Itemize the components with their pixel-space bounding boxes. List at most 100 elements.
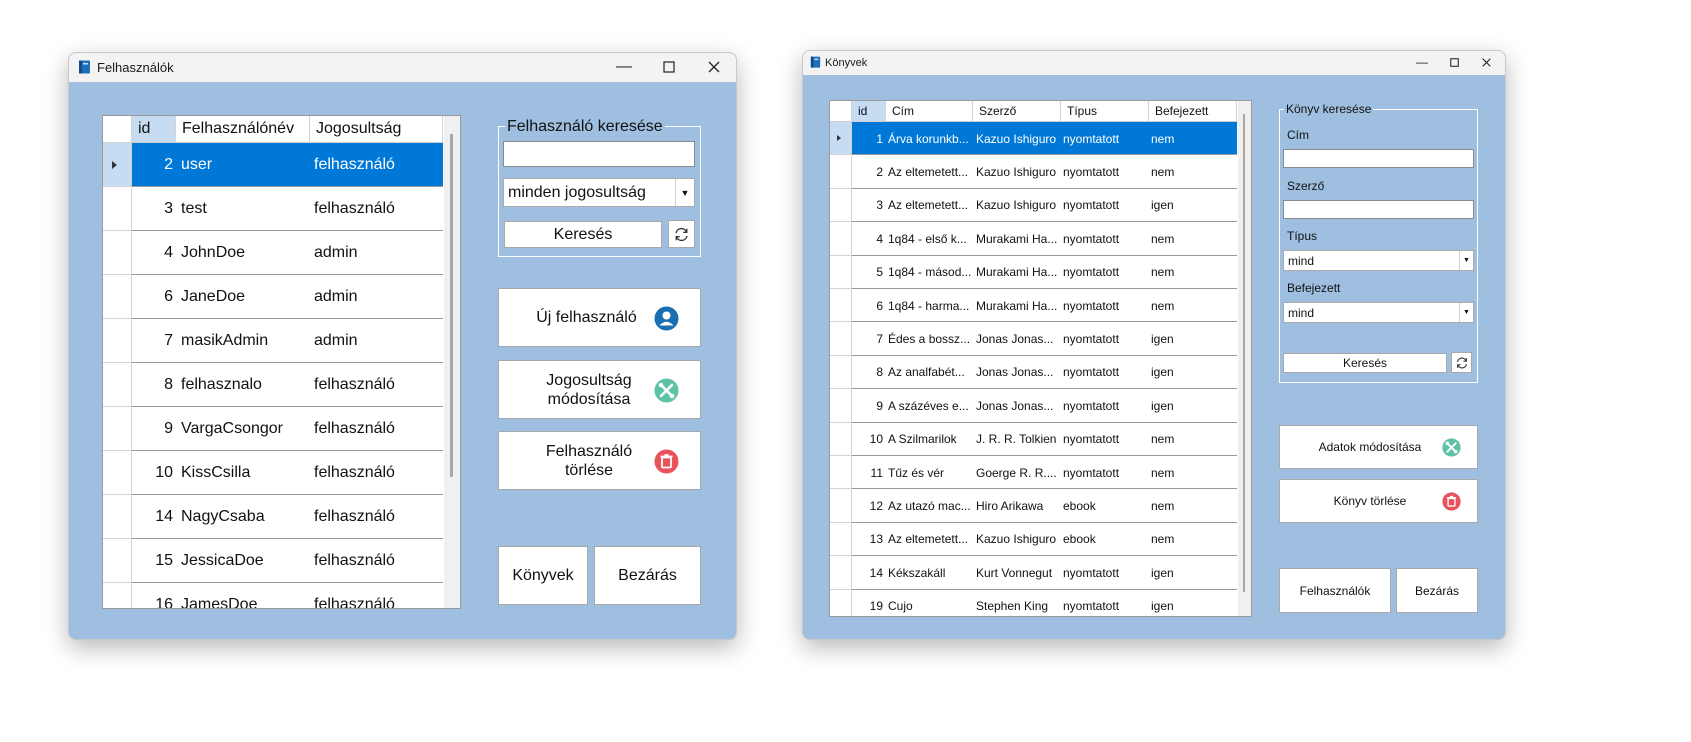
column-header-author[interactable]: Szerző <box>973 101 1061 121</box>
new-user-button[interactable]: Új felhasználó <box>498 288 701 347</box>
row-header[interactable] <box>103 231 132 275</box>
table-row[interactable]: 9 A százéves e... Jonas Jonas... nyomtatott… <box>830 389 1237 423</box>
table-row[interactable]: 1 Árva korunkb... Kazuo Ishiguro nyomtatott… <box>830 122 1237 156</box>
table-row[interactable]: 16 JamesDoe felhasználó <box>103 583 443 608</box>
row-header[interactable] <box>830 556 852 590</box>
chevron-down-icon[interactable]: ▼ <box>1459 251 1473 270</box>
row-header[interactable] <box>830 389 852 423</box>
search-button[interactable]: Keresés <box>504 221 662 248</box>
table-row[interactable]: 2 Az eltemetett... Kazuo Ishiguro nyomtatot… <box>830 155 1237 189</box>
table-row[interactable]: 3 test felhasználó <box>103 187 443 231</box>
row-header[interactable] <box>830 355 852 390</box>
row-header[interactable] <box>103 583 132 608</box>
search-button[interactable]: Keresés <box>1283 353 1447 373</box>
table-row[interactable]: 4 JohnDoe admin <box>103 231 443 275</box>
table-row[interactable]: 11 Tűz és vér Goerge R. R.... nyomtatott nem <box>830 456 1237 490</box>
type-select[interactable]: mind ▼ <box>1283 250 1474 271</box>
chevron-down-icon[interactable]: ▼ <box>1459 303 1473 322</box>
cell-author: Murakami Ha... <box>976 265 1058 280</box>
row-header[interactable] <box>103 539 132 583</box>
books-grid-scrollbar[interactable] <box>1238 101 1251 616</box>
row-header[interactable] <box>830 422 852 456</box>
user-search-input[interactable] <box>503 141 695 167</box>
cell-id: 14 <box>869 565 883 580</box>
column-header-role[interactable]: Jogosultság <box>310 116 443 142</box>
role-filter-value: minden jogosultság <box>508 183 646 201</box>
row-header[interactable] <box>830 188 852 223</box>
row-header[interactable] <box>830 489 852 523</box>
minimize-button[interactable]: — <box>604 53 644 82</box>
users-grid[interactable]: id Felhasználónév Jogosultság 2 user felha… <box>102 115 461 609</box>
row-header[interactable] <box>830 522 852 557</box>
modify-data-button[interactable]: Adatok módosítása <box>1279 425 1478 469</box>
table-row[interactable]: 15 JessicaDoe felhasználó <box>103 539 443 583</box>
chevron-down-icon[interactable]: ▼ <box>675 179 694 206</box>
row-header[interactable] <box>103 143 132 187</box>
table-row[interactable]: 3 Az eltemetett... Kazuo Ishiguro nyomtatot… <box>830 188 1237 223</box>
row-header[interactable] <box>103 407 132 451</box>
refresh-button[interactable] <box>1451 352 1472 373</box>
table-row[interactable]: 14 Kékszakáll Kurt Vonnegut nyomtatott igen <box>830 556 1237 590</box>
row-header[interactable] <box>103 319 132 363</box>
row-header[interactable] <box>830 589 852 616</box>
table-row[interactable]: 2 user felhasználó <box>103 143 443 187</box>
row-header[interactable] <box>830 456 852 490</box>
scrollbar-thumb[interactable] <box>1243 114 1245 592</box>
books-grid[interactable]: id Cím Szerző Típus Befejezett 1 Árva kor… <box>829 100 1252 617</box>
refresh-button[interactable] <box>668 220 695 248</box>
column-header-done[interactable]: Befejezett <box>1149 101 1237 121</box>
table-row[interactable]: 7 Édes a bossz... Jonas Jonas... nyomtatott… <box>830 322 1237 356</box>
table-row[interactable]: 12 Az utazó mac... Hiro Arikawa ebook nem <box>830 489 1237 523</box>
table-row[interactable]: 7 masikAdmin admin <box>103 319 443 363</box>
cell-role: felhasználó <box>314 508 395 525</box>
delete-user-button[interactable]: Felhasználó törlése <box>498 431 701 490</box>
table-row[interactable]: 10 KissCsilla felhasználó <box>103 451 443 495</box>
row-header[interactable] <box>830 289 852 323</box>
minimize-button[interactable]: — <box>1407 51 1437 75</box>
column-header-id[interactable]: id <box>132 116 176 142</box>
table-row[interactable]: 10 A Szilmarilok J. R. R. Tolkien nyomtatot… <box>830 422 1237 456</box>
modify-rights-button[interactable]: Jogosultság módosítása <box>498 360 701 419</box>
table-row[interactable]: 19 Cujo Stephen King nyomtatott igen <box>830 589 1237 616</box>
table-row[interactable]: 9 VargaCsongor felhasználó <box>103 407 443 451</box>
close-window-button[interactable]: Bezárás <box>1396 568 1478 613</box>
row-header[interactable] <box>103 495 132 539</box>
table-row[interactable]: 8 Az analfabét... Jonas Jonas... nyomtatott… <box>830 355 1237 390</box>
table-row[interactable]: 6 1q84 - harma... Murakami Ha... nyomtatott… <box>830 289 1237 323</box>
table-row[interactable]: 6 JaneDoe admin <box>103 275 443 319</box>
users-button[interactable]: Felhasználók <box>1279 568 1391 613</box>
table-row[interactable]: 5 1q84 - másod... Murakami Ha... nyomtatott… <box>830 255 1237 289</box>
role-filter-select[interactable]: minden jogosultság ▼ <box>503 178 695 207</box>
table-row[interactable]: 14 NagyCsaba felhasználó <box>103 495 443 539</box>
row-header[interactable] <box>830 155 852 189</box>
row-header[interactable] <box>830 255 852 289</box>
row-header[interactable] <box>103 275 132 319</box>
table-row[interactable]: 8 felhasznalo felhasználó <box>103 363 443 407</box>
done-select[interactable]: mind ▼ <box>1283 302 1474 323</box>
row-header[interactable] <box>103 363 132 407</box>
row-header[interactable] <box>103 451 132 495</box>
cell-username: JohnDoe <box>181 244 246 261</box>
row-header[interactable] <box>830 122 852 156</box>
books-button[interactable]: Könyvek <box>498 546 588 605</box>
author-input[interactable] <box>1283 200 1474 219</box>
close-button[interactable] <box>1471 51 1501 75</box>
row-header[interactable] <box>103 187 132 231</box>
column-header-username[interactable]: Felhasználónév <box>176 116 310 142</box>
delete-book-button[interactable]: Könyv törlése <box>1279 479 1478 523</box>
users-grid-scrollbar[interactable] <box>444 116 460 608</box>
column-header-id[interactable]: id <box>852 101 886 121</box>
title-input[interactable] <box>1283 149 1474 168</box>
close-window-button[interactable]: Bezárás <box>594 546 701 605</box>
scrollbar-thumb[interactable] <box>450 134 453 477</box>
close-button[interactable] <box>694 53 734 82</box>
maximize-button[interactable] <box>649 53 689 82</box>
row-header[interactable] <box>830 322 852 356</box>
column-header-type[interactable]: Típus <box>1061 101 1149 121</box>
table-row[interactable]: 4 1q84 - első k... Murakami Ha... nyomtatot… <box>830 222 1237 256</box>
column-header-title[interactable]: Cím <box>886 101 973 121</box>
row-header[interactable] <box>830 222 852 256</box>
cell-type: nyomtatott <box>1063 365 1120 380</box>
table-row[interactable]: 13 Az eltemetett... Kazuo Ishiguro ebook nem <box>830 522 1237 557</box>
maximize-button[interactable] <box>1439 51 1469 75</box>
